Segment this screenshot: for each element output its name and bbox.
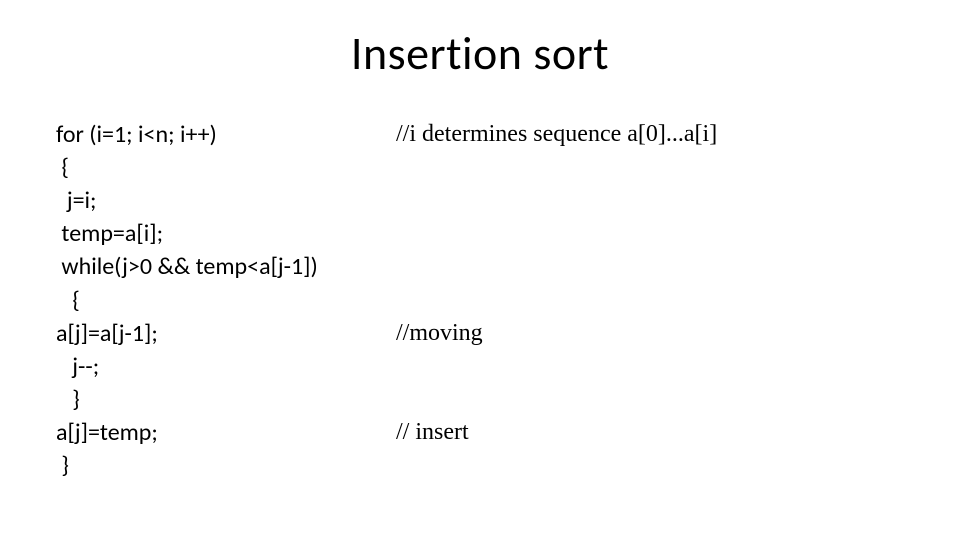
code-row: temp=a[i]; bbox=[56, 217, 904, 250]
code-row: j--; bbox=[56, 350, 904, 383]
code-comment: // insert bbox=[396, 416, 469, 449]
code-comment: //moving bbox=[396, 317, 483, 350]
code-text: for (i=1; i<n; i++) bbox=[56, 118, 396, 151]
code-row: j=i; bbox=[56, 184, 904, 217]
code-row: } bbox=[56, 449, 904, 482]
code-text: j=i; bbox=[56, 184, 396, 217]
code-text: temp=a[i]; bbox=[56, 217, 396, 250]
code-text: j--; bbox=[56, 350, 396, 383]
code-row: for (i=1; i<n; i++) //i determines seque… bbox=[56, 118, 904, 151]
code-comment: //i determines sequence a[0]...a[i] bbox=[396, 118, 717, 151]
code-text: a[j]=temp; bbox=[56, 416, 396, 449]
code-text: { bbox=[56, 284, 396, 317]
code-row: { bbox=[56, 284, 904, 317]
code-text: } bbox=[56, 383, 396, 416]
code-row: a[j]=a[j-1]; //moving bbox=[56, 317, 904, 350]
code-text: a[j]=a[j-1]; bbox=[56, 317, 396, 350]
page-title: Insertion sort bbox=[0, 26, 960, 82]
code-block: for (i=1; i<n; i++) //i determines seque… bbox=[56, 118, 904, 482]
code-row: a[j]=temp; // insert bbox=[56, 416, 904, 449]
code-text: { bbox=[56, 151, 396, 184]
code-text: while(j>0 && temp<a[j-1]) bbox=[56, 250, 396, 283]
slide: Insertion sort for (i=1; i<n; i++) //i d… bbox=[0, 0, 960, 540]
code-text: } bbox=[56, 449, 396, 482]
code-row: while(j>0 && temp<a[j-1]) bbox=[56, 250, 904, 283]
code-row: { bbox=[56, 151, 904, 184]
code-row: } bbox=[56, 383, 904, 416]
